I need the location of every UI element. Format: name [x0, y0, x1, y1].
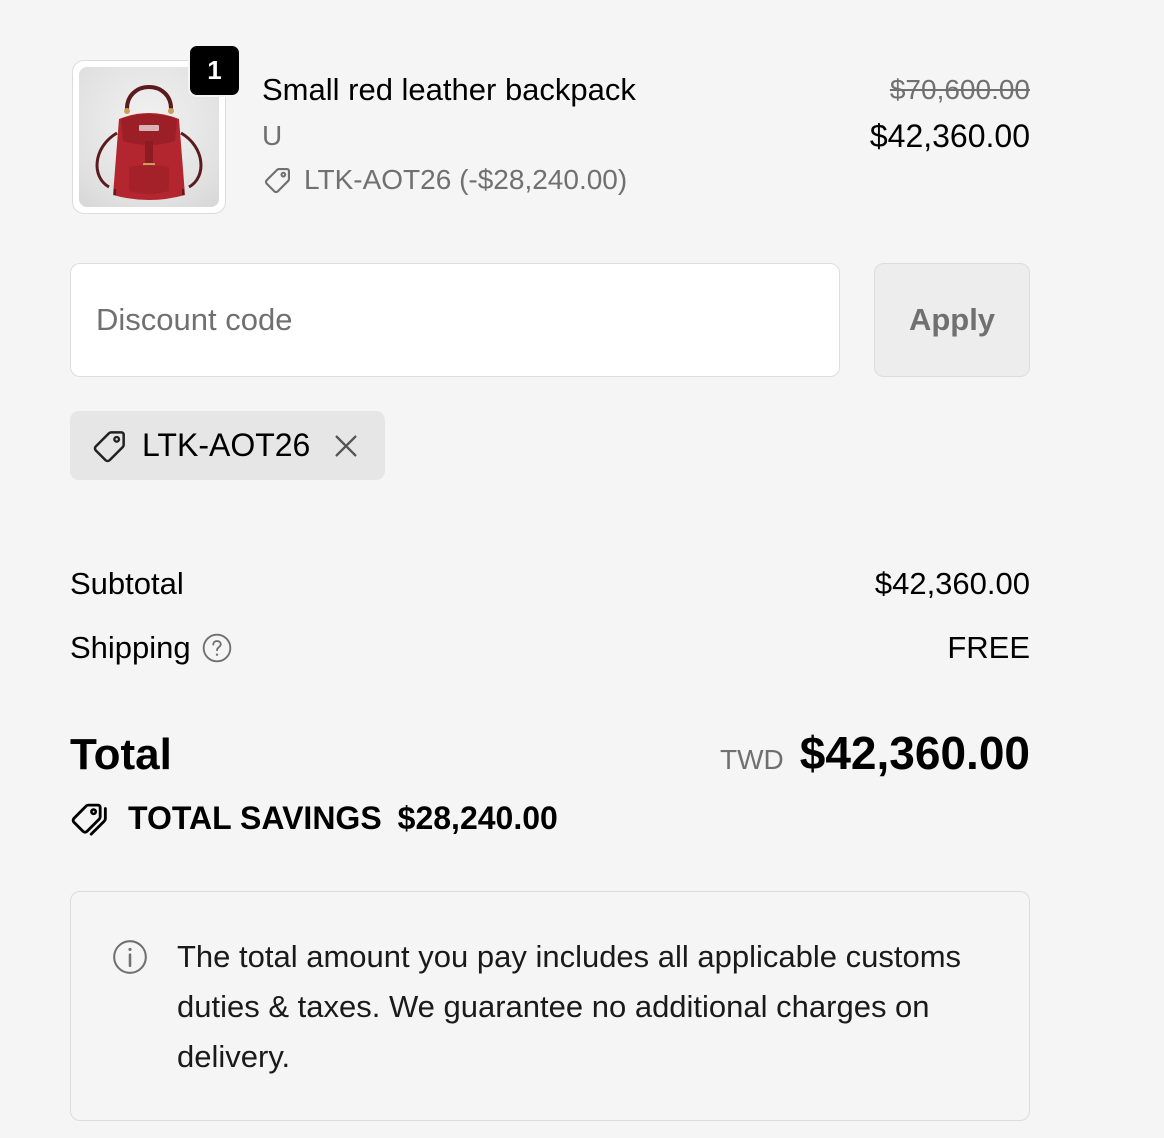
shipping-label: Shipping: [70, 630, 191, 665]
total-row: Total TWD $42,360.00: [70, 720, 1030, 780]
shipping-value: FREE: [947, 630, 1030, 665]
original-price: $70,600.00: [889, 74, 1030, 105]
info-icon: [113, 940, 147, 974]
product-title: Small red leather backpack: [262, 72, 636, 107]
duties-info-text: The total amount you pay includes all ap…: [177, 939, 962, 1074]
tag-icon: [264, 168, 290, 194]
applied-discount-chip: LTK-AOT26: [70, 411, 385, 480]
order-summary: 1 Small red leather backpack U LTK-AOT26…: [70, 0, 1030, 1138]
help-icon[interactable]: [201, 632, 233, 664]
total-label: Total: [70, 730, 172, 779]
subtotal-row: Subtotal $42,360.00: [70, 566, 1030, 602]
discount-code-input[interactable]: [70, 263, 840, 377]
subtotal-label: Subtotal: [70, 566, 184, 601]
line-item: 1 Small red leather backpack U LTK-AOT26…: [70, 44, 1030, 224]
quantity-badge: 1: [188, 44, 241, 97]
total-value-wrap: TWD $42,360.00: [720, 726, 1030, 780]
discounted-price: $42,360.00: [869, 118, 1030, 154]
shipping-row: Shipping FREE: [70, 630, 1030, 666]
tag-icon: [93, 430, 125, 462]
tags-icon: [71, 803, 107, 836]
close-icon[interactable]: [330, 430, 362, 462]
duties-info-box: The total amount you pay includes all ap…: [70, 891, 1030, 1121]
total-value: $42,360.00: [799, 727, 1030, 779]
applied-code-text: LTK-AOT26: [142, 427, 311, 463]
currency-code: TWD: [720, 744, 784, 775]
item-discount: LTK-AOT26 (-$28,240.00): [262, 164, 627, 196]
item-discount-text: LTK-AOT26 (-$28,240.00): [304, 164, 628, 195]
apply-button[interactable]: Apply: [874, 263, 1030, 377]
shipping-label-wrap: Shipping: [70, 630, 233, 666]
savings-value: $28,240.00: [397, 799, 558, 836]
total-savings: TOTAL SAVINGS $28,240.00: [70, 798, 558, 838]
subtotal-value: $42,360.00: [874, 566, 1030, 601]
savings-label: TOTAL SAVINGS: [128, 799, 382, 836]
product-variant: U: [262, 120, 283, 151]
